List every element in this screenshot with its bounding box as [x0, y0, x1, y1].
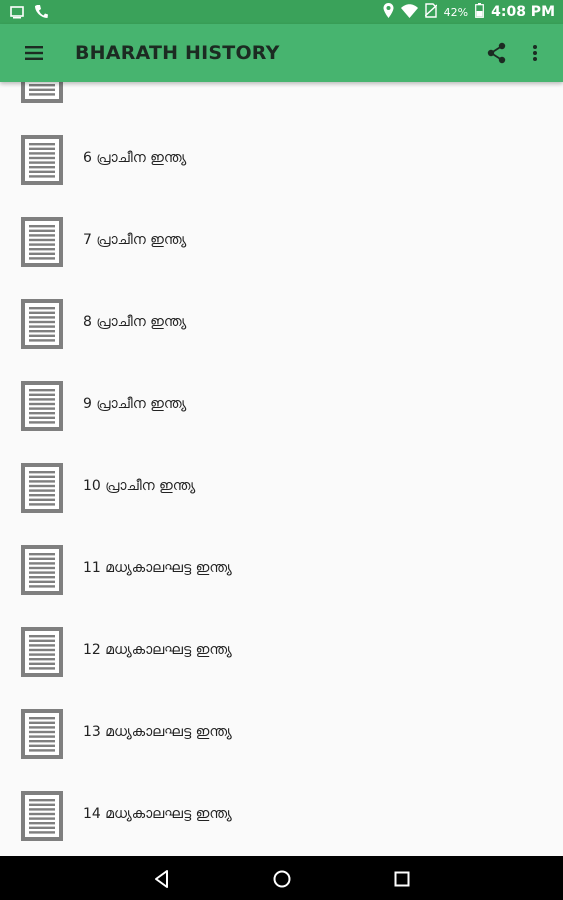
home-icon: [271, 870, 293, 894]
screen-icon: [10, 4, 24, 23]
menu-button[interactable]: [20, 40, 48, 66]
list-item[interactable]: 12 മധ്യകാലഘട്ട ഇന്ത്യ: [0, 606, 563, 688]
list-item-label: 10 പ്രാചീന ഇന്ത്യ: [83, 478, 196, 494]
document-icon: [21, 791, 63, 841]
list-item-label: 8 പ്രാചീന ഇന്ത്യ: [83, 314, 187, 330]
location-icon: [383, 3, 394, 21]
menu-icon: [20, 46, 48, 70]
document-icon: [21, 217, 63, 267]
list-item-label: 9 പ്രാചീന ഇന്ത്യ: [83, 396, 187, 412]
document-icon: [21, 627, 63, 677]
list-item-label: 7 പ്രാചീന ഇന്ത്യ: [83, 232, 187, 248]
more-options-button[interactable]: [526, 40, 544, 66]
status-time: 4:08 PM: [491, 4, 555, 20]
app-bar: BHARATH HISTORY: [0, 24, 563, 82]
recents-button[interactable]: [391, 868, 413, 890]
list-item[interactable]: 11 മധ്യകാലഘട്ട ഇന്ത്യ: [0, 524, 563, 606]
list-item[interactable]: 6 പ്രാചീന ഇന്ത്യ: [0, 114, 563, 196]
recents-icon: [391, 871, 413, 894]
chapter-list-content: 6 പ്രാചീന ഇന്ത്യ 7 പ്രാചീന ഇന്ത്യ 8 പ്രാചീ…: [0, 82, 563, 852]
share-button[interactable]: [484, 40, 510, 66]
list-item[interactable]: 13 മധ്യകാലഘട്ട ഇന്ത്യ: [0, 688, 563, 770]
document-icon: [21, 299, 63, 349]
battery-icon: [475, 3, 485, 21]
back-icon: [151, 870, 173, 894]
page-title: BHARATH HISTORY: [75, 42, 280, 64]
document-icon: [21, 545, 63, 595]
back-button[interactable]: [151, 868, 173, 890]
no-sim-icon: [424, 3, 438, 21]
document-icon: [21, 381, 63, 431]
document-icon: [21, 463, 63, 513]
status-bar: 42% 4:08 PM: [0, 0, 563, 24]
list-item[interactable]: 8 പ്രാചീന ഇന്ത്യ: [0, 278, 563, 360]
home-button[interactable]: [271, 868, 293, 890]
list-item[interactable]: 9 പ്രാചീന ഇന്ത്യ: [0, 360, 563, 442]
list-item-label: 13 മധ്യകാലഘട്ട ഇന്ത്യ: [83, 724, 232, 740]
battery-percent: 42%: [443, 5, 469, 19]
list-item[interactable]: 14 മധ്യകാലഘട്ട ഇന്ത്യ: [0, 770, 563, 852]
wifi-icon: [400, 3, 418, 21]
list-item-label: 11 മധ്യകാലഘട്ട ഇന്ത്യ: [83, 560, 232, 576]
document-icon: [21, 82, 63, 103]
navigation-bar: [0, 856, 563, 900]
list-item-label: 12 മധ്യകാലഘട്ട ഇന്ത്യ: [83, 642, 232, 658]
document-icon: [21, 709, 63, 759]
list-item[interactable]: 10 പ്രാചീന ഇന്ത്യ: [0, 442, 563, 524]
list-item[interactable]: [0, 82, 563, 114]
chapter-list[interactable]: 6 പ്രാചീന ഇന്ത്യ 7 പ്രാചീന ഇന്ത്യ 8 പ്രാചീ…: [0, 82, 563, 856]
phone-icon: [34, 4, 48, 23]
document-icon: [21, 135, 63, 185]
list-item-label: 6 പ്രാചീന ഇന്ത്യ: [83, 150, 187, 166]
share-icon: [484, 42, 510, 70]
list-item[interactable]: 7 പ്രാചീന ഇന്ത്യ: [0, 196, 563, 278]
list-item-label: 14 മധ്യകാലഘട്ട ഇന്ത്യ: [83, 806, 232, 822]
more-vert-icon: [526, 45, 544, 70]
